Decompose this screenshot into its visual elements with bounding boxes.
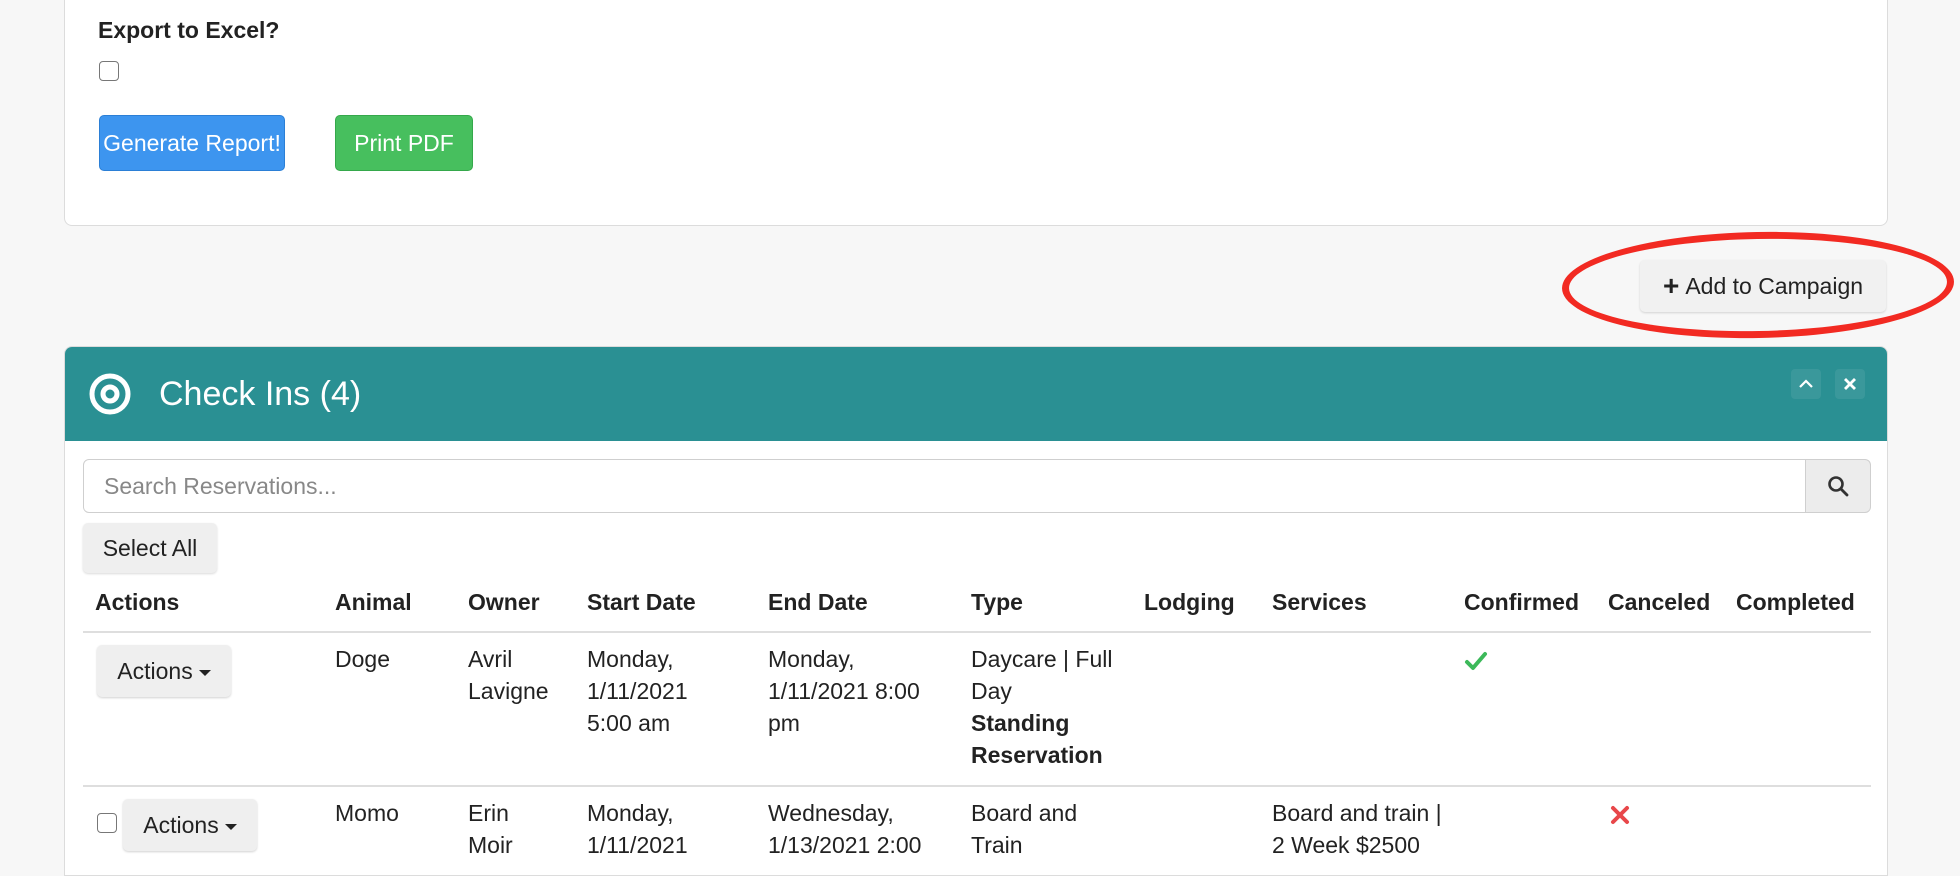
report-panel: Export to Excel? Generate Report! Print …	[64, 0, 1888, 226]
add-to-campaign-label: Add to Campaign	[1685, 272, 1864, 299]
row-type-label: Daycare | Full Day	[971, 646, 1113, 704]
table-header-divider	[83, 631, 1871, 633]
confirmed-check-icon	[1465, 652, 1487, 670]
export-excel-label: Export to Excel?	[98, 17, 280, 43]
chevron-up-icon	[1799, 379, 1813, 388]
checkins-title: Check Ins (4)	[159, 375, 362, 413]
collapse-panel-button[interactable]	[1791, 369, 1821, 399]
row-animal[interactable]: Momo	[335, 797, 399, 829]
select-all-button[interactable]: Select All	[83, 523, 217, 573]
caret-down-icon	[224, 824, 237, 830]
row-end-date: Monday, 1/11/2021 8:00 pm	[768, 646, 920, 736]
column-header-end-date[interactable]: End Date	[768, 589, 868, 616]
column-header-actions[interactable]: Actions	[95, 589, 179, 616]
row-select-checkbox[interactable]	[97, 813, 117, 833]
checkins-header: Check Ins (4)	[65, 347, 1887, 441]
export-excel-checkbox[interactable]	[99, 61, 119, 81]
column-header-animal[interactable]: Animal	[335, 589, 412, 616]
row-type: Board and Train	[971, 797, 1111, 861]
print-pdf-button[interactable]: Print PDF	[335, 115, 473, 171]
table-row-divider	[83, 785, 1871, 787]
row-start-date: Monday, 1/11/2021 5:00 am	[587, 646, 688, 736]
search-icon	[1828, 476, 1849, 497]
add-to-campaign-button[interactable]: + Add to Campaign	[1640, 260, 1886, 312]
row-actions-label: Actions	[143, 811, 219, 838]
row-services: Board and train | 2 Week $2500	[1272, 800, 1442, 858]
target-icon	[89, 373, 131, 415]
row-end-date: Wednesday, 1/13/2021 2:00	[768, 800, 922, 858]
column-header-owner[interactable]: Owner	[468, 589, 540, 616]
column-header-confirmed[interactable]: Confirmed	[1464, 589, 1579, 616]
column-header-type[interactable]: Type	[971, 589, 1023, 616]
column-header-services[interactable]: Services	[1272, 589, 1367, 616]
row-actions-dropdown[interactable]: Actions	[123, 799, 257, 851]
plus-icon: +	[1662, 270, 1680, 301]
close-panel-button[interactable]	[1835, 369, 1865, 399]
canceled-cross-icon	[1611, 806, 1629, 824]
row-owner[interactable]: Avril Lavigne	[468, 643, 568, 707]
search-reservations-input[interactable]	[83, 459, 1807, 513]
row-owner[interactable]: Erin Moir	[468, 797, 558, 861]
search-button[interactable]	[1805, 459, 1871, 513]
row-actions-label: Actions	[117, 657, 193, 684]
row-type-sub: Standing Reservation	[971, 710, 1103, 768]
caret-down-icon	[198, 670, 211, 676]
checkins-panel: Check Ins (4) Select All Actions Animal …	[64, 346, 1888, 876]
column-header-completed[interactable]: Completed	[1736, 589, 1855, 616]
generate-report-button[interactable]: Generate Report!	[99, 115, 285, 171]
row-type-label: Board and Train	[971, 800, 1078, 858]
column-header-start-date[interactable]: Start Date	[587, 589, 696, 616]
column-header-canceled[interactable]: Canceled	[1608, 589, 1710, 616]
close-icon	[1844, 378, 1856, 390]
row-type: Daycare | Full Day Standing Reservation	[971, 643, 1131, 771]
column-header-lodging[interactable]: Lodging	[1144, 589, 1235, 616]
row-actions-dropdown[interactable]: Actions	[97, 645, 231, 697]
row-start-date: Monday, 1/11/2021	[587, 800, 688, 858]
row-animal[interactable]: Doge	[335, 643, 390, 675]
